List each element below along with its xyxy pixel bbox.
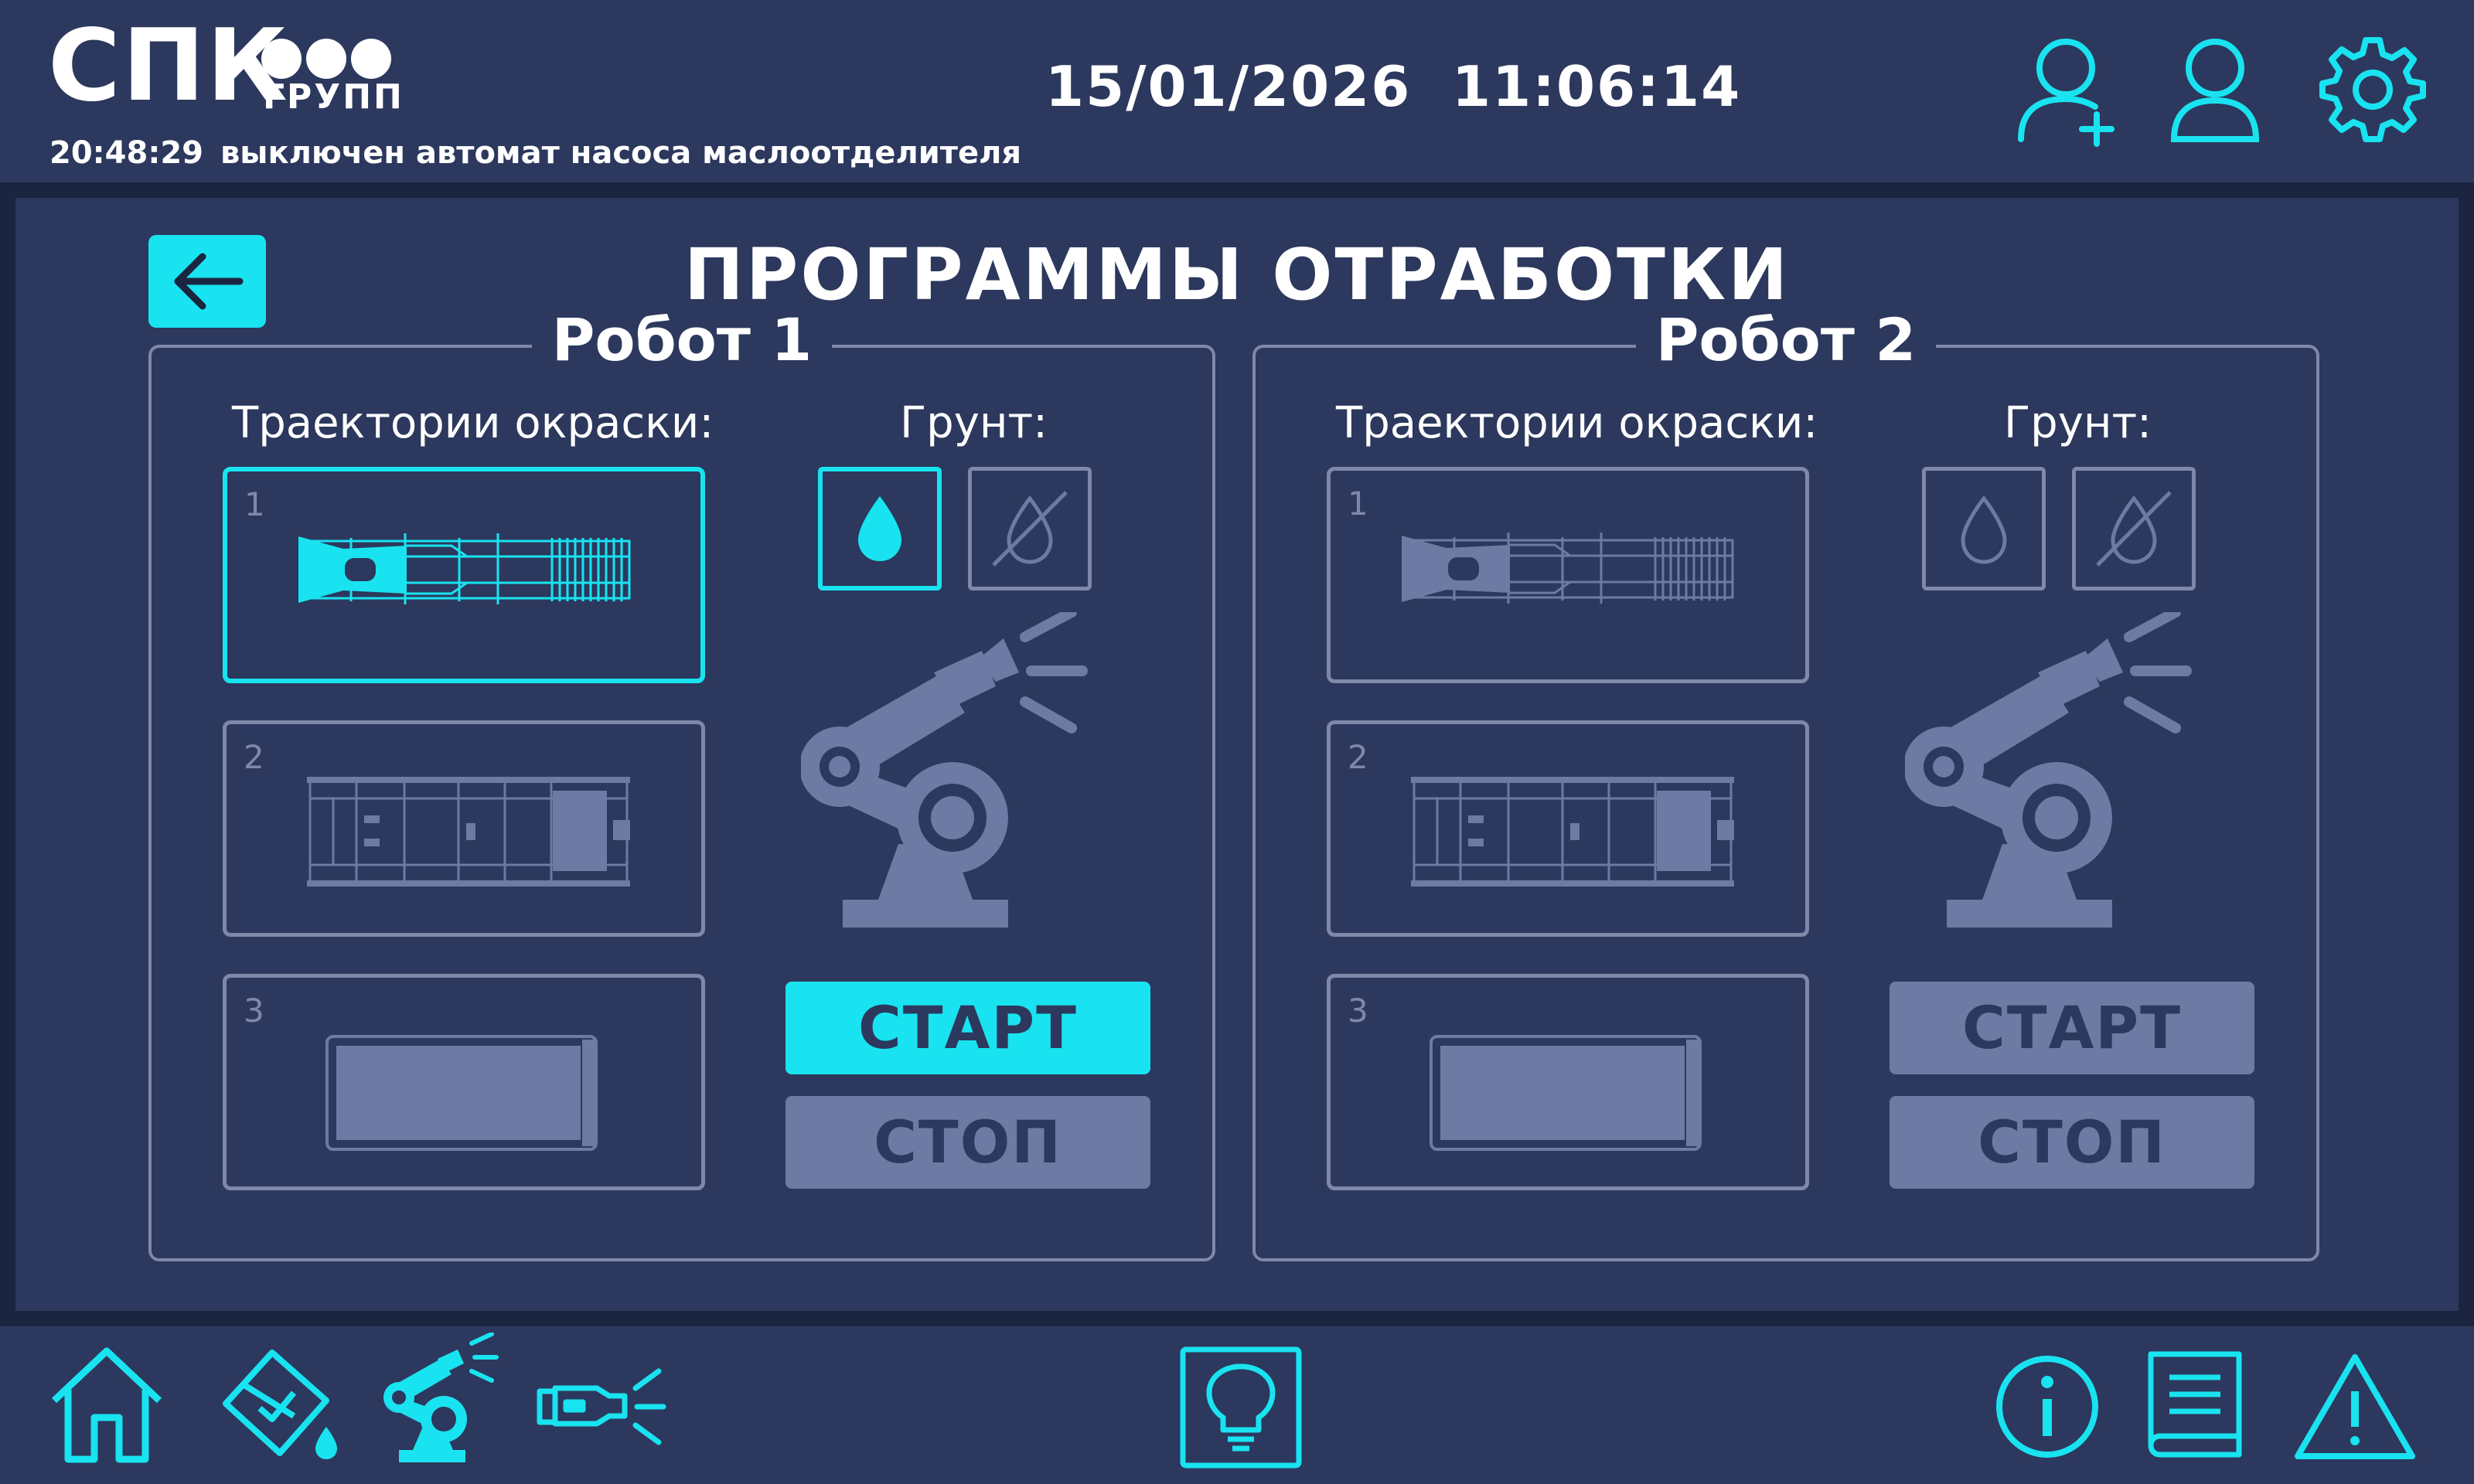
primer-label: Грунт:: [900, 398, 1048, 448]
add-user-icon[interactable]: [2010, 31, 2126, 147]
paint-robot-nav-icon[interactable]: [383, 1332, 499, 1472]
trajectory-2-button[interactable]: 2: [223, 720, 705, 937]
paint-robot-icon: [799, 607, 1088, 928]
robot-1-title: Робот 1: [531, 305, 833, 374]
current-date: 15/01/2026: [1045, 54, 1412, 119]
primer-on-button[interactable]: [818, 467, 942, 591]
start-button[interactable]: СТАРТ: [1890, 982, 2254, 1074]
paint-robot-illustration: [1903, 607, 2199, 940]
lightbulb-button[interactable]: [1180, 1346, 1302, 1472]
drop-icon: [1961, 495, 2007, 564]
van-body-icon: [1430, 1035, 1702, 1151]
lightbulb-icon: [1180, 1346, 1302, 1469]
status-message-line[interactable]: 20:48:29 выключен автомат насоса маслоотд…: [49, 136, 1021, 170]
user-icon[interactable]: [2157, 31, 2273, 147]
car-body-side-icon: [298, 533, 631, 604]
spray-gun-icon[interactable]: [535, 1365, 666, 1455]
trajectory-2-button[interactable]: 2: [1327, 720, 1809, 937]
primer-off-button[interactable]: [968, 467, 1092, 591]
start-button[interactable]: СТАРТ: [785, 982, 1150, 1074]
paint-bucket-icon[interactable]: [213, 1345, 342, 1469]
trajectory-3-button[interactable]: 3: [223, 974, 705, 1190]
primer-off-button[interactable]: [2072, 467, 2196, 591]
header-bar: СПК ГРУПП 20:48:29 выключен автомат насос…: [0, 0, 2474, 182]
current-time: 11:06:14: [1452, 54, 1742, 119]
van-body-icon: [325, 1035, 598, 1151]
main-content: ПРОГРАММЫ ОТРАБОТКИ Робот 1 Траектории о…: [15, 198, 2459, 1311]
car-body-top-icon: [1411, 777, 1734, 887]
stop-button[interactable]: СТОП: [1890, 1096, 2254, 1189]
page-title: ПРОГРАММЫ ОТРАБОТКИ: [683, 233, 1791, 316]
settings-gear-icon[interactable]: [2315, 31, 2431, 147]
warning-icon[interactable]: [2293, 1351, 2417, 1465]
car-body-side-icon: [1402, 533, 1734, 604]
paint-robot-illustration: [799, 607, 1095, 940]
status-time: 20:48:29: [49, 135, 203, 171]
trajectory-3-button[interactable]: 3: [1327, 974, 1809, 1190]
drop-crossed-icon: [2096, 491, 2172, 567]
stop-button[interactable]: СТОП: [785, 1096, 1150, 1189]
info-icon[interactable]: [1995, 1354, 2100, 1462]
logo-dots: [261, 39, 396, 82]
home-icon[interactable]: [48, 1345, 165, 1469]
primer-label: Грунт:: [2004, 398, 2152, 448]
drop-crossed-icon: [992, 491, 1068, 567]
primer-on-button[interactable]: [1922, 467, 2046, 591]
logo-text: СПК: [48, 9, 289, 124]
manual-book-icon[interactable]: [2143, 1346, 2247, 1465]
robot-2-title: Робот 2: [1635, 305, 1937, 374]
trajectory-1-button[interactable]: 1: [1327, 467, 1809, 683]
footer-nav-bar: [0, 1326, 2474, 1484]
logo-subtext: ГРУПП: [263, 77, 404, 117]
robot-2-panel: Робот 2 Траектории окраски: Грунт: 1 2 3…: [1252, 305, 2319, 1261]
car-body-top-icon: [307, 777, 630, 887]
trajectory-1-button[interactable]: 1: [223, 467, 705, 683]
robot-1-panel: Робот 1 Траектории окраски: Грунт: 1 2 3…: [148, 305, 1215, 1261]
trajectories-label: Траектории окраски:: [232, 398, 714, 448]
status-text: выключен автомат насоса маслоотделителя: [220, 135, 1022, 171]
drop-icon: [858, 496, 901, 561]
trajectories-label: Траектории окраски:: [1336, 398, 1818, 448]
paint-robot-icon: [1903, 607, 2192, 928]
